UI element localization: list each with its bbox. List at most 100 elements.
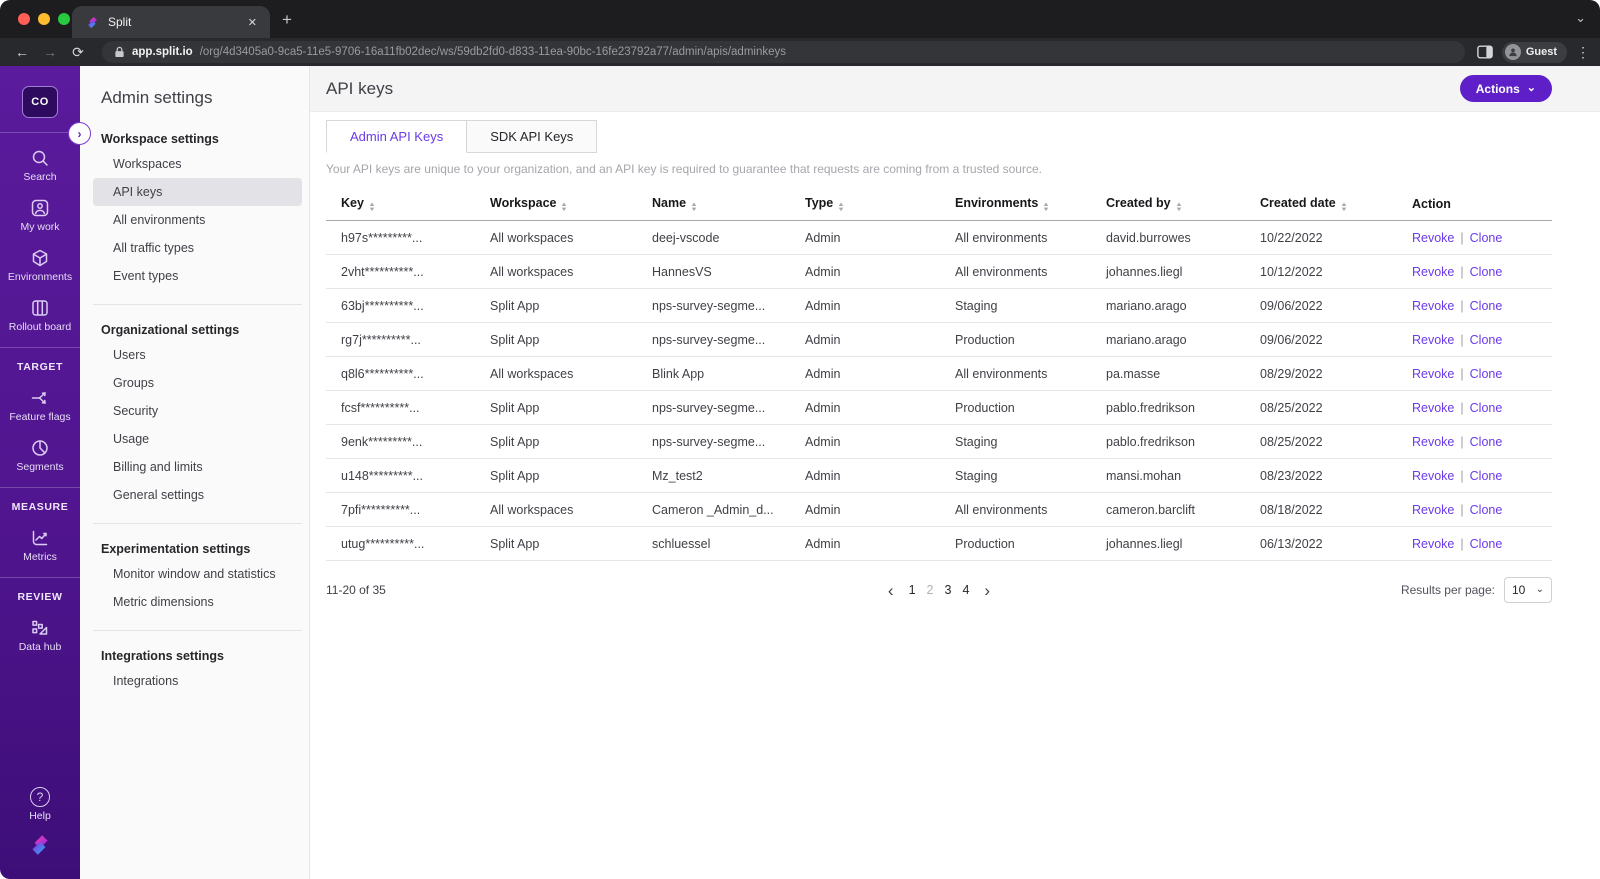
revoke-link[interactable]: Revoke [1412,367,1454,381]
revoke-link[interactable]: Revoke [1412,503,1454,517]
column-header-created-date[interactable]: Created date ▲ ▼ [1245,188,1397,221]
clone-link[interactable]: Clone [1470,299,1503,313]
cell-environments: All environments [940,254,1091,289]
table-row: q8l6**********... All workspaces Blink App… [326,356,1552,391]
nav-item-usage[interactable]: Usage [93,425,302,453]
cell-action: Revoke | Clone [1397,254,1552,289]
zoom-window-button[interactable] [58,13,70,25]
clone-link[interactable]: Clone [1470,333,1503,347]
page-2-current: 2 [926,583,934,597]
cell-key: 63bj**********... [326,288,475,323]
sort-icon: ▲ ▼ [1042,202,1051,213]
cell-name: Blink App [637,356,790,391]
next-page-button[interactable]: › [980,582,994,599]
sidebar-item-segments[interactable]: Segments [0,438,80,473]
sidebar-section-measure: MEASURE [11,501,69,513]
cell-created-by: mariano.arago [1091,288,1245,323]
tab-sdk-api-keys[interactable]: SDK API Keys [467,120,598,153]
new-tab-button[interactable]: + [282,11,292,28]
sidebar-item-search[interactable]: Search [0,148,80,183]
revoke-link[interactable]: Revoke [1412,265,1454,279]
cell-action: Revoke | Clone [1397,458,1552,493]
workspace-switcher[interactable]: CO [22,86,58,118]
close-window-button[interactable] [18,13,30,25]
clone-link[interactable]: Clone [1470,435,1503,449]
cell-name: deej-vscode [637,220,790,255]
revoke-link[interactable]: Revoke [1412,469,1454,483]
sidebar-item-metrics[interactable]: Metrics [0,528,80,563]
column-header-type[interactable]: Type ▲ ▼ [790,188,940,221]
page-header: API keys Actions ⌄ [310,66,1600,112]
column-header-key[interactable]: Key ▲ ▼ [326,188,475,221]
browser-menu-icon[interactable]: ⋮ [1576,44,1590,61]
side-panel-icon[interactable] [1476,45,1493,59]
clone-link[interactable]: Clone [1470,367,1503,381]
tab-search-chevron-icon[interactable]: ⌄ [1575,10,1586,26]
tab-admin-api-keys[interactable]: Admin API Keys [326,120,468,153]
revoke-link[interactable]: Revoke [1412,299,1454,313]
forward-button[interactable]: → [38,44,62,60]
cell-created-by: mansi.mohan [1091,458,1245,493]
column-header-name[interactable]: Name ▲ ▼ [637,188,790,221]
sidebar-expand-button[interactable]: › [68,122,91,145]
revoke-link[interactable]: Revoke [1412,231,1454,245]
sidebar-item-environments[interactable]: Environments [0,248,80,283]
cell-type: Admin [790,390,940,425]
nav-item-workspaces[interactable]: Workspaces [93,150,302,178]
revoke-link[interactable]: Revoke [1412,537,1454,551]
nav-item-api-keys[interactable]: API keys [93,178,302,206]
tab-close-icon[interactable]: ✕ [245,16,260,29]
clone-link[interactable]: Clone [1470,265,1503,279]
sidebar-item-my-work[interactable]: My work [0,198,80,233]
reload-button[interactable]: ⟳ [66,44,90,61]
nav-item-security[interactable]: Security [93,397,302,425]
clone-link[interactable]: Clone [1470,401,1503,415]
cell-environments: Production [940,322,1091,357]
clone-link[interactable]: Clone [1470,503,1503,517]
environments-icon [32,249,48,267]
nav-item-general-settings[interactable]: General settings [93,481,302,509]
nav-item-all-environments[interactable]: All environments [93,206,302,234]
cell-environments: Staging [940,424,1091,459]
clone-link[interactable]: Clone [1470,537,1503,551]
nav-item-billing-and-limits[interactable]: Billing and limits [93,453,302,481]
nav-item-integrations[interactable]: Integrations [93,667,302,695]
nav-item-event-types[interactable]: Event types [93,262,302,290]
cell-key: u148*********... [326,458,475,493]
cell-workspace: All workspaces [475,254,637,289]
browser-tab-split[interactable]: Split ✕ [72,6,270,38]
previous-page-button[interactable]: ‹ [884,582,898,599]
table-row: utug**********... Split App schluessel Admi… [326,526,1552,561]
results-per-page-select[interactable]: 10 ⌄ [1504,577,1552,603]
revoke-link[interactable]: Revoke [1412,401,1454,415]
column-header-environments[interactable]: Environments ▲ ▼ [940,188,1091,221]
page-4-button[interactable]: 4 [962,583,969,597]
page-1-button[interactable]: 1 [909,583,916,597]
page-3-button[interactable]: 3 [945,583,952,597]
actions-button[interactable]: Actions ⌄ [1459,75,1552,102]
minimize-window-button[interactable] [38,13,50,25]
nav-item-users[interactable]: Users [93,341,302,369]
split-app: › CO Search My work Environments Rollout… [0,66,1600,879]
column-header-workspace[interactable]: Workspace ▲ ▼ [475,188,637,221]
column-header-created-by[interactable]: Created by ▲ ▼ [1091,188,1245,221]
sidebar-item-data-hub[interactable]: Data hub [0,618,80,653]
nav-item-all-traffic-types[interactable]: All traffic types [93,234,302,262]
nav-item-groups[interactable]: Groups [93,369,302,397]
browser-profile-button[interactable]: Guest [1501,41,1567,63]
nav-item-monitor-window[interactable]: Monitor window and statistics [93,560,302,588]
clone-link[interactable]: Clone [1470,469,1503,483]
main-content: API keys Actions ⌄ Admin API Keys SDK AP… [310,66,1600,879]
divider [0,577,80,578]
cell-type: Admin [790,526,940,561]
sidebar-item-feature-flags[interactable]: Feature flags [0,388,80,423]
back-button[interactable]: ← [10,44,34,60]
cell-created-date: 09/06/2022 [1245,288,1397,323]
revoke-link[interactable]: Revoke [1412,333,1454,347]
address-bar[interactable]: app.split.io/org/4d3405a0-9ca5-11e5-9706… [102,41,1465,63]
sidebar-item-help[interactable]: ? Help [0,787,80,822]
nav-item-metric-dimensions[interactable]: Metric dimensions [93,588,302,616]
revoke-link[interactable]: Revoke [1412,435,1454,449]
clone-link[interactable]: Clone [1470,231,1503,245]
sidebar-item-rollout-board[interactable]: Rollout board [0,298,80,333]
